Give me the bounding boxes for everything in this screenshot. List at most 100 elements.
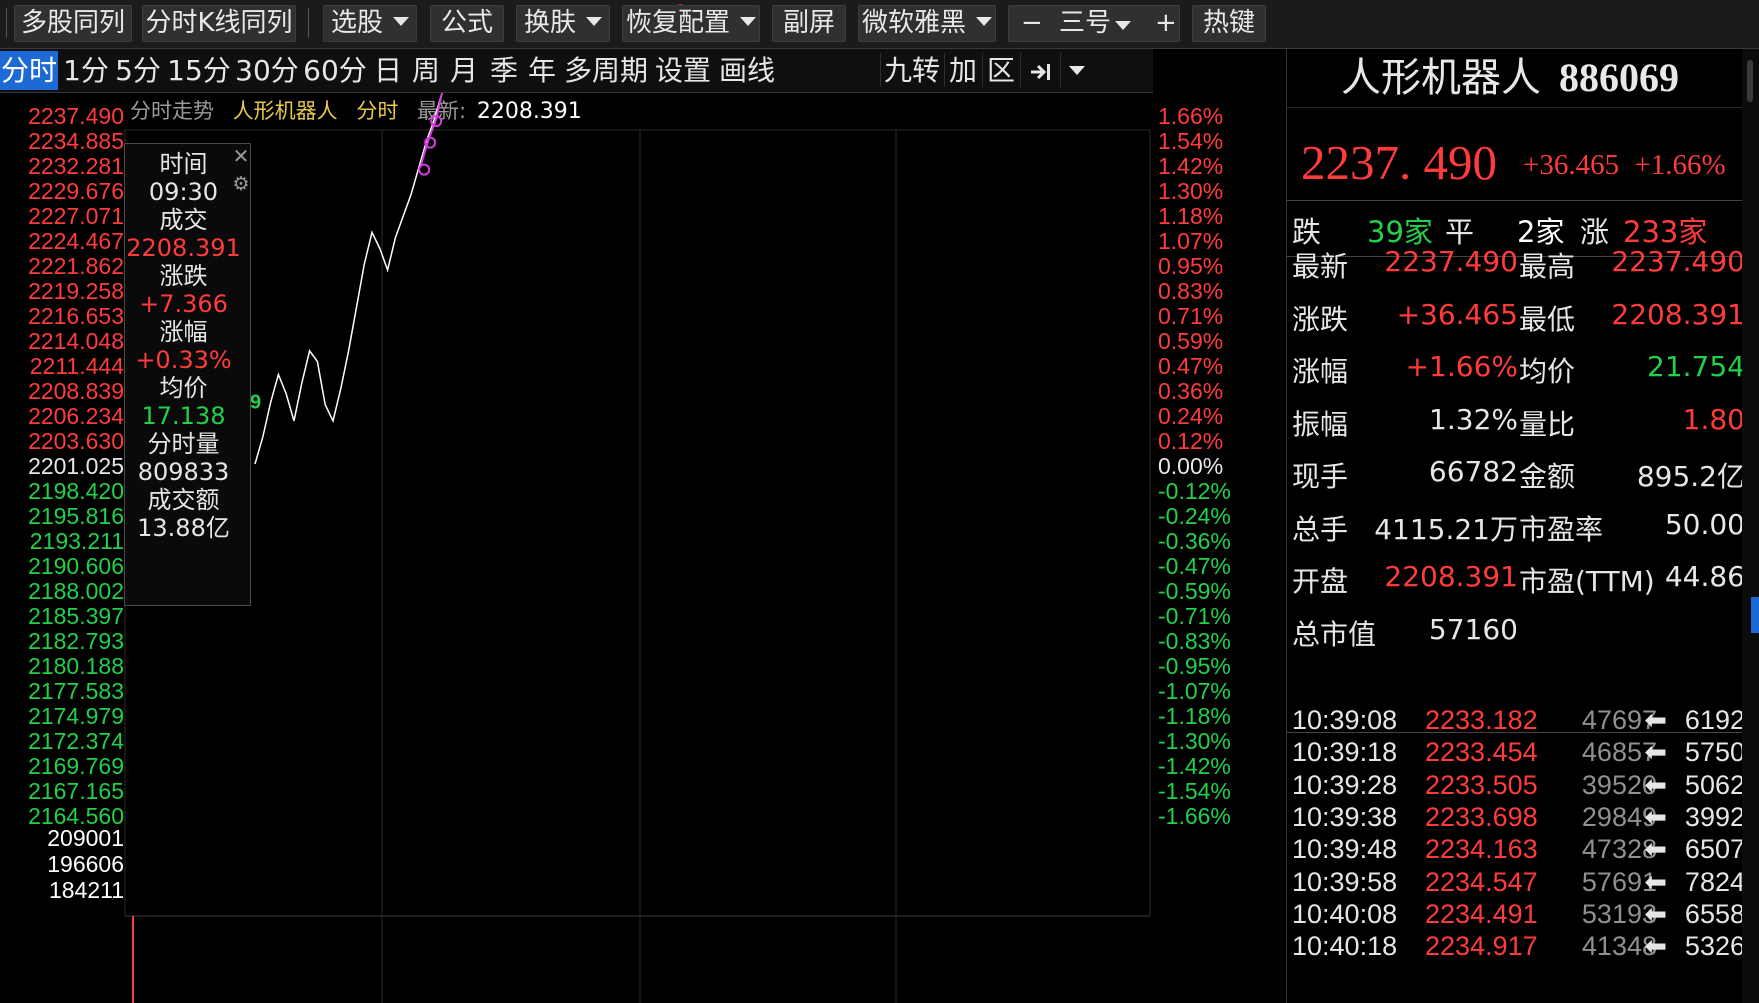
- y-left-tick-label: 2211.444: [29, 353, 124, 379]
- y-left-tick-label: 2229.676: [28, 178, 124, 204]
- intraday-kline-button[interactable]: 分时K线同列: [142, 5, 296, 42]
- quote-row: 总手 4115.21万 市盈率 50.00: [1287, 508, 1747, 548]
- y-left-tick-label: 2188.002: [28, 578, 124, 604]
- tick-price: 2234.547: [1425, 866, 1538, 897]
- font-dropdown[interactable]: 微软雅黑: [858, 5, 996, 42]
- tab-settings[interactable]: 设置: [652, 51, 714, 90]
- tab-divider: [880, 53, 881, 87]
- tick-price: 2233.454: [1425, 737, 1538, 768]
- tick-quantity: 6507: [1684, 834, 1745, 865]
- change-value: +36.465: [1523, 149, 1620, 181]
- quote-value: 21.754: [1647, 350, 1745, 383]
- quote-value: 4115.21万: [1374, 512, 1518, 546]
- formula-button[interactable]: 公式: [430, 5, 504, 42]
- font-size-decrease[interactable]: −: [1021, 6, 1043, 41]
- add-button[interactable]: 加: [946, 51, 980, 90]
- tab-month[interactable]: 月: [446, 51, 482, 90]
- tab-60min[interactable]: 60分: [302, 51, 368, 90]
- chevron-down-icon[interactable]: [1115, 21, 1131, 30]
- y-right-pct-label: 0.95%: [1158, 253, 1224, 279]
- tab-week[interactable]: 周: [408, 51, 444, 90]
- quote-value: 44.86: [1664, 560, 1745, 593]
- arrow-left-icon: ⬅: [1644, 801, 1667, 832]
- tab-year[interactable]: 年: [524, 51, 560, 90]
- quote-row: 总市值 57160: [1287, 613, 1747, 653]
- right-scrollbar[interactable]: [1742, 49, 1759, 1003]
- font-size-value: 三号: [1059, 8, 1112, 38]
- tick-price: 2234.491: [1425, 898, 1538, 929]
- chevron-down-icon: [393, 17, 409, 26]
- quote-value: 1.32%: [1429, 402, 1518, 436]
- quote-label: 最低: [1519, 302, 1576, 336]
- y-right-pct-label: -0.47%: [1158, 553, 1231, 579]
- y-left-tick-label: 2227.071: [28, 203, 124, 229]
- quote-label: 涨幅: [1292, 355, 1349, 388]
- toolbar-divider: [308, 8, 309, 38]
- multi-stock-button[interactable]: 多股同列: [14, 5, 132, 42]
- quote-label: 涨跌: [1292, 302, 1349, 336]
- tick-time: 10:40:08: [1292, 898, 1398, 929]
- font-size-control[interactable]: − 三号 +: [1008, 5, 1180, 42]
- side-tab-marker[interactable]: [1751, 597, 1759, 633]
- current-price: 2237. 490: [1301, 135, 1497, 190]
- quote-label: 最新: [1292, 250, 1349, 283]
- y-right-pct-label: 1.07%: [1158, 228, 1224, 254]
- toolbar-divider: [6, 8, 7, 38]
- more-dropdown[interactable]: [1062, 51, 1092, 90]
- skin-label: 换肤: [523, 8, 576, 38]
- tab-quarter[interactable]: 季: [486, 51, 522, 90]
- quote-label: 量比: [1519, 407, 1576, 441]
- tab-5min[interactable]: 5分: [112, 51, 164, 90]
- tab-intraday[interactable]: 分时: [0, 51, 58, 90]
- region-button[interactable]: 区: [984, 51, 1018, 90]
- tick-time: 10:39:58: [1292, 866, 1398, 897]
- tick-quantity: 5750: [1684, 737, 1745, 768]
- skin-dropdown[interactable]: 换肤: [516, 5, 610, 42]
- y-left-tick-label: 2214.048: [28, 328, 124, 354]
- tab-30min[interactable]: 30分: [234, 51, 300, 90]
- divider: [1287, 107, 1747, 108]
- chevron-down-icon: [586, 17, 602, 26]
- y-right-pct-label: 1.54%: [1158, 128, 1224, 154]
- y-right-pct-label: -0.36%: [1158, 528, 1231, 554]
- y-right-pct-label: -0.71%: [1158, 603, 1231, 629]
- y-right-pct-label: 0.24%: [1158, 403, 1224, 429]
- y-left-tick-label: 2195.816: [28, 503, 124, 529]
- stock-pick-dropdown[interactable]: 选股: [323, 5, 417, 42]
- y-left-tick-label: 2190.606: [28, 553, 124, 579]
- quote-value: +36.465: [1396, 297, 1518, 331]
- quote-label: 金额: [1519, 460, 1576, 493]
- popup-amount: 13.88亿: [137, 514, 230, 542]
- restore-config-dropdown[interactable]: 恢复配置: [622, 5, 760, 42]
- stock-title: 人形机器人 886069: [1335, 49, 1685, 107]
- nine-turn-button[interactable]: 九转: [882, 51, 942, 90]
- quote-value: 895.2亿: [1636, 460, 1745, 493]
- popup-avg: 17.138: [141, 402, 226, 430]
- scrollbar-thumb[interactable]: [1747, 60, 1753, 102]
- tick-quantity: 5062: [1684, 769, 1745, 800]
- tick-quantity: 6192: [1684, 705, 1745, 735]
- collapse-panel-icon[interactable]: [1024, 51, 1058, 90]
- y-left-tick-label: 2193.211: [29, 528, 124, 554]
- font-size-increase[interactable]: +: [1155, 6, 1177, 41]
- quote-row: 开盘 2208.391 市盈(TTM) 44.86: [1287, 560, 1747, 600]
- tab-15min[interactable]: 15分: [166, 51, 232, 90]
- popup-time-label: 时间: [159, 150, 208, 178]
- tick-row: 10:39:28 2233.505 39520 ⬅ 5062: [1287, 770, 1747, 804]
- y-right-pct-label: -0.24%: [1158, 503, 1231, 529]
- y-left-tick-label: 2221.862: [28, 253, 124, 279]
- y-right-pct-label: -1.42%: [1158, 753, 1231, 779]
- y-left-tick-label: 2177.583: [28, 678, 124, 704]
- quote-value: 2208.391: [1611, 297, 1745, 331]
- tab-1min[interactable]: 1分: [60, 51, 112, 90]
- tab-multi-period[interactable]: 多周期: [562, 51, 650, 90]
- quote-label: 现手: [1292, 460, 1349, 493]
- tick-row: 10:39:58 2234.547 57691 ⬅ 7824: [1287, 867, 1747, 901]
- sub-screen-button[interactable]: 副屏: [772, 5, 846, 42]
- price-change: +36.465 +1.66%: [1523, 149, 1726, 182]
- y-right-pct-label: 1.18%: [1158, 203, 1224, 229]
- tab-draw-line[interactable]: 画线: [716, 51, 778, 90]
- hotkeys-button[interactable]: 热键: [1192, 5, 1266, 42]
- volume-axis-label: 209001: [47, 825, 124, 851]
- tab-day[interactable]: 日: [370, 51, 406, 90]
